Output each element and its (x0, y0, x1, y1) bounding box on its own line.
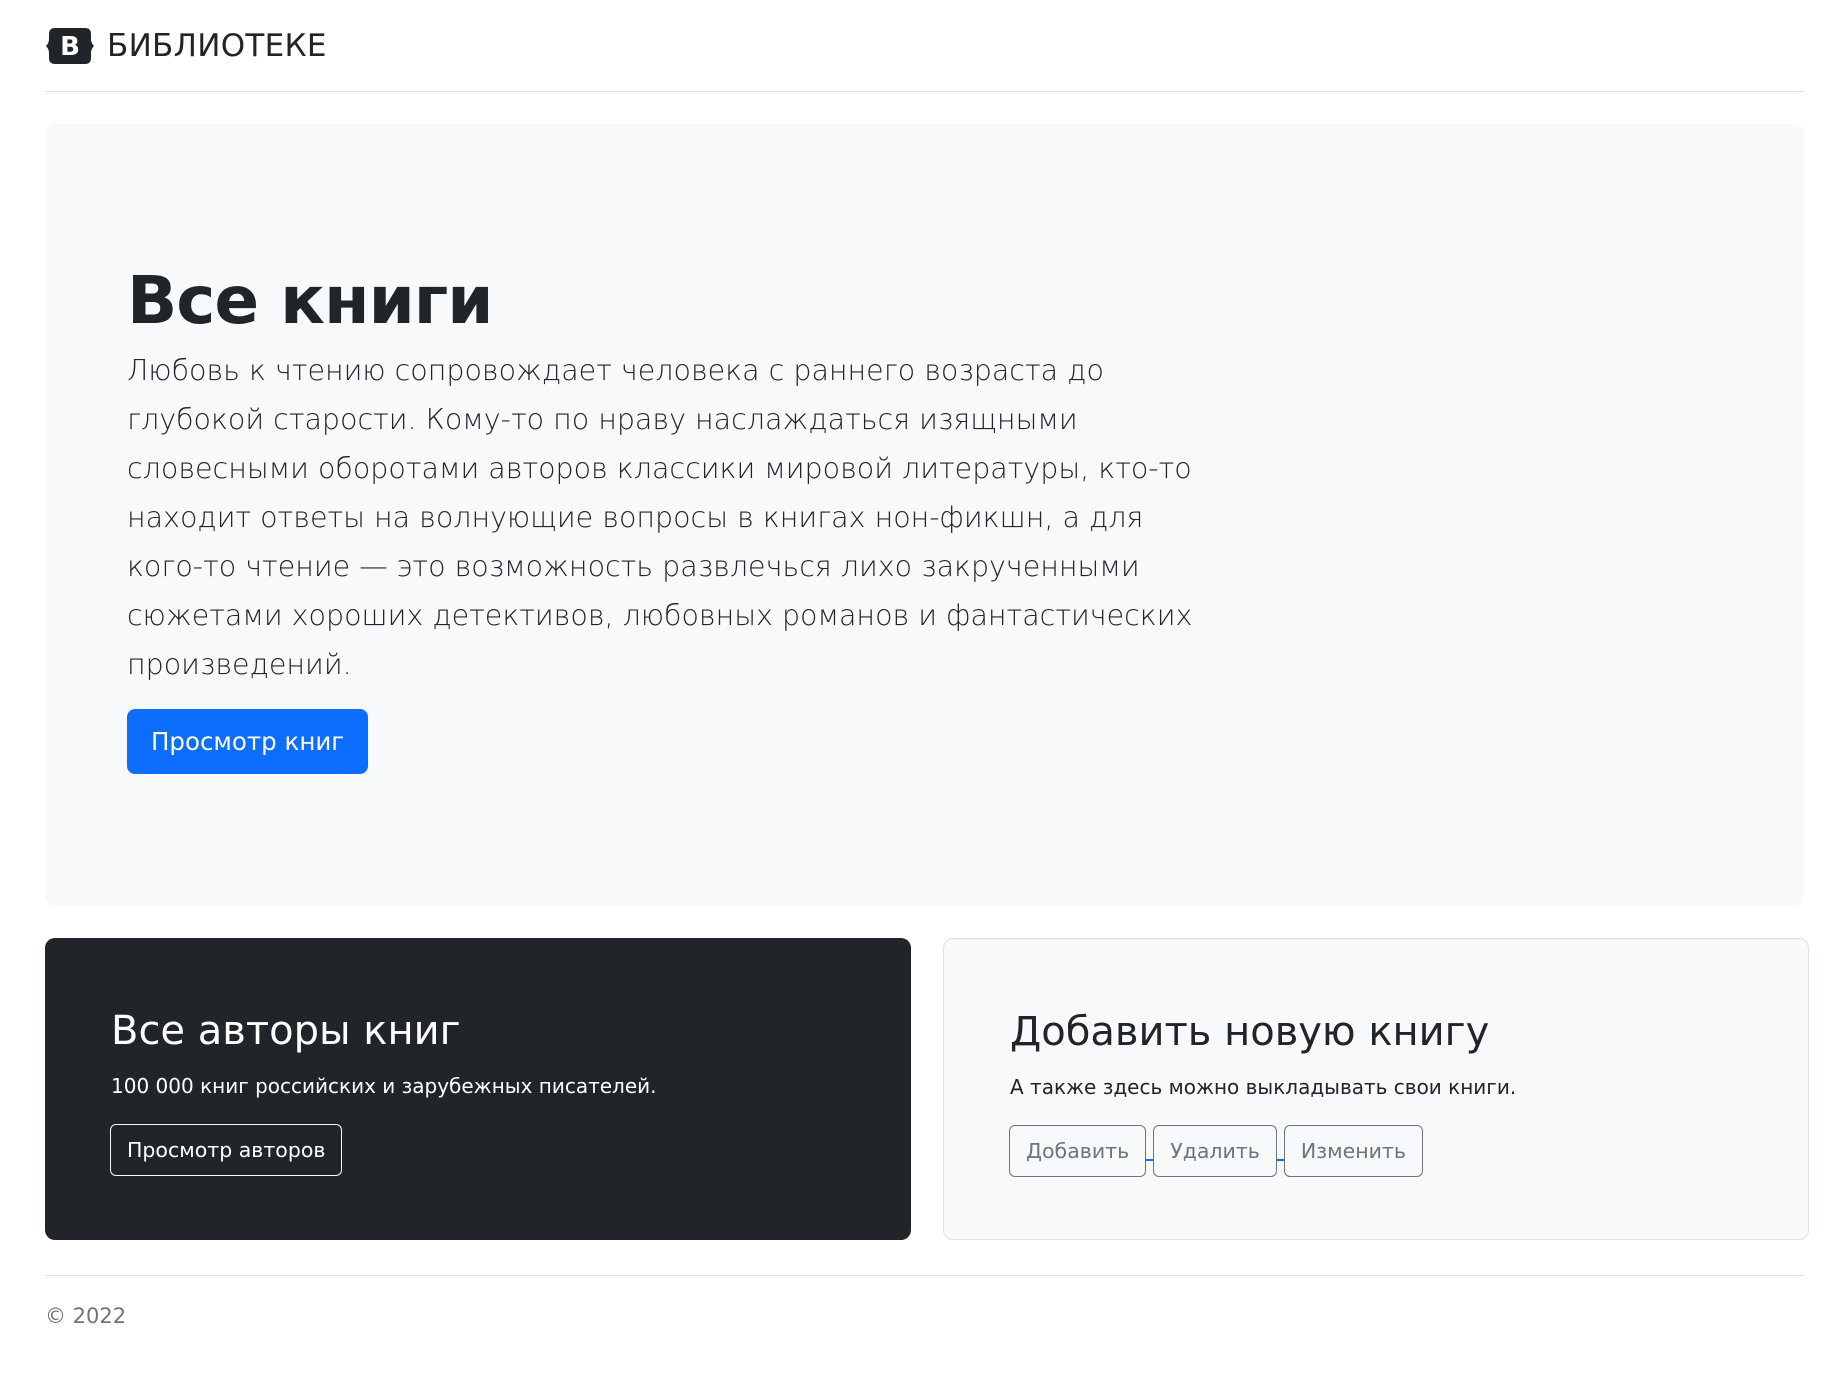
add-book-card: Добавить новую книгу А также здесь можно… (943, 938, 1809, 1240)
add-book-button[interactable]: Добавить (1009, 1125, 1147, 1177)
copyright-text: © 2022 (45, 1304, 127, 1328)
view-books-button[interactable]: Просмотр книг (127, 709, 369, 774)
edit-book-button[interactable]: Изменить (1283, 1125, 1423, 1177)
footer: © 2022 (45, 1275, 1804, 1345)
add-book-card-title: Добавить новую книгу (1010, 1009, 1490, 1055)
bootstrap-logo-icon: B (45, 24, 95, 68)
page-title: Все книги (127, 262, 494, 339)
brand-link[interactable]: B БИБЛИОТЕКЕ (45, 24, 327, 68)
link-underline-fragment (1276, 1159, 1284, 1161)
header: B БИБЛИОТЕКЕ (45, 0, 1804, 92)
authors-card-text: 100 000 книг российских и зарубежных пис… (111, 1074, 657, 1098)
hero-section: Все книги Любовь к чтению сопровождает ч… (45, 124, 1804, 906)
brand-logo-letter: B (60, 32, 80, 62)
delete-book-button[interactable]: Удалить (1153, 1125, 1277, 1177)
book-actions-group: Добавить Удалить Изменить (1009, 1125, 1423, 1177)
link-underline-fragment (1146, 1159, 1154, 1161)
view-authors-button[interactable]: Просмотр авторов (110, 1124, 343, 1176)
authors-card-title: Все авторы книг (111, 1008, 461, 1054)
add-book-card-text: А также здесь можно выкладывать свои кни… (1010, 1075, 1517, 1099)
authors-card: Все авторы книг 100 000 книг российских … (45, 938, 911, 1240)
page: B БИБЛИОТЕКЕ Все книги Любовь к чтению с… (0, 0, 1831, 1390)
hero-lead-text: Любовь к чтению сопровождает человека с … (127, 354, 1193, 681)
brand-title: БИБЛИОТЕКЕ (107, 27, 327, 64)
